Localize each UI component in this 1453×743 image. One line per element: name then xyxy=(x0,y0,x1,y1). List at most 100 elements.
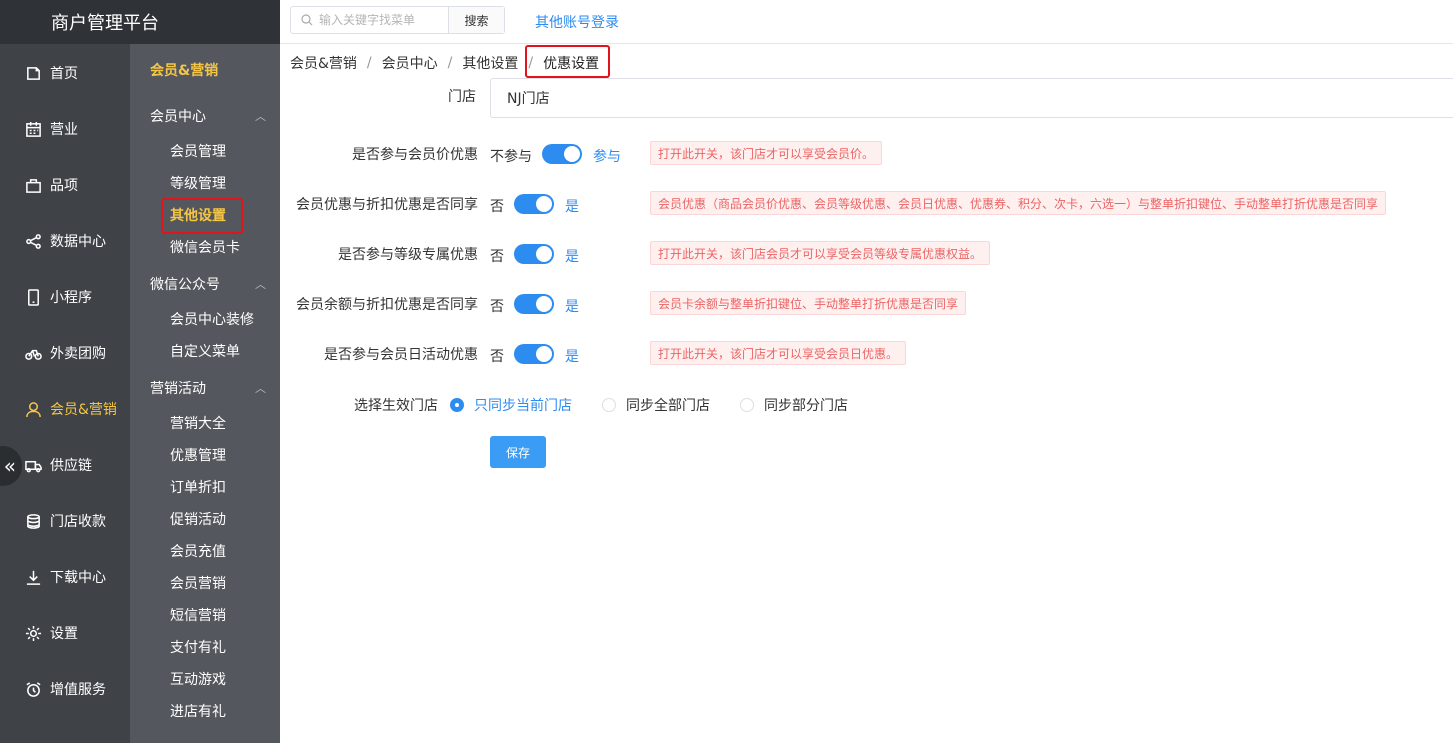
nav-group-wechat-official[interactable]: 微信公众号 ︿ xyxy=(150,274,270,294)
breadcrumb-item[interactable]: 其他设置 xyxy=(462,53,518,73)
nav-item-member-marketing[interactable]: 会员&营销 xyxy=(0,389,130,429)
calendar-icon xyxy=(24,120,42,138)
radio-dot xyxy=(450,398,464,412)
nav-item-takeaway[interactable]: 外卖团购 xyxy=(0,333,130,373)
search-input[interactable] xyxy=(319,8,439,32)
store-label: 门店 xyxy=(448,89,476,105)
switch-on-label: 是 xyxy=(565,349,579,365)
breadcrumb-separator: / xyxy=(366,55,372,71)
radio-dot xyxy=(740,398,754,412)
store-field[interactable]: NJ门店 xyxy=(490,78,1453,118)
nav-item-interactive-games[interactable]: 互动游戏 xyxy=(170,669,226,689)
nav-group-label: 微信公众号 xyxy=(150,277,220,293)
nav-item-store-payment[interactable]: 门店收款 xyxy=(0,501,130,541)
nav-item-business[interactable]: 营业 xyxy=(0,109,130,149)
search-icon xyxy=(301,14,313,26)
nav-item-miniprogram[interactable]: 小程序 xyxy=(0,277,130,317)
nav-item-level-management[interactable]: 等级管理 xyxy=(170,173,226,193)
member-price-switch[interactable] xyxy=(542,144,582,164)
switch-on-label: 是 xyxy=(565,199,579,215)
search-button[interactable]: 搜索 xyxy=(448,7,504,33)
breadcrumb-separator: / xyxy=(447,55,453,71)
switch-label-level-exclusive: 是否参与等级专属优惠 xyxy=(338,247,478,263)
nav-item-settings[interactable]: 设置 xyxy=(0,613,130,653)
member-day-switch[interactable] xyxy=(514,344,554,364)
nav-group-member-center[interactable]: 会员中心 ︿ xyxy=(150,106,270,126)
switch-on-label: 是 xyxy=(565,299,579,315)
nav-item-label: 营业 xyxy=(50,122,78,138)
alarm-icon xyxy=(24,680,42,698)
member-discount-share-switch[interactable] xyxy=(514,194,554,214)
bike-icon xyxy=(24,344,42,362)
app-title: 商户管理平台 xyxy=(51,13,159,34)
switch-label-balance-discount-share: 会员余额与折扣优惠是否同享 xyxy=(296,297,478,313)
nav-item-sms-marketing[interactable]: 短信营销 xyxy=(170,605,226,625)
user-icon xyxy=(24,400,42,418)
hint-member-price: 打开此开关，该门店才可以享受会员价。 xyxy=(650,141,883,165)
share-icon xyxy=(24,232,42,250)
nav-item-label: 数据中心 xyxy=(50,234,106,250)
truck-icon xyxy=(24,456,42,474)
nav-item-home[interactable]: 首页 xyxy=(0,53,130,93)
nav-item-marketing-all[interactable]: 营销大全 xyxy=(170,413,226,433)
hint-member-day: 打开此开关，该门店才可以享受会员日优惠。 xyxy=(650,341,907,365)
hint-member-discount-share: 会员优惠（商品会员价优惠、会员等级优惠、会员日优惠、优惠券、积分、次卡，六选一）… xyxy=(650,191,1387,215)
nav-item-label: 供应链 xyxy=(50,458,92,474)
highlight-other-settings xyxy=(161,198,243,234)
nav-item-promotion[interactable]: 促销活动 xyxy=(170,509,226,529)
nav-item-value-added[interactable]: 增值服务 xyxy=(0,669,130,709)
store-value: NJ门店 xyxy=(507,91,550,107)
nav-item-products[interactable]: 品项 xyxy=(0,165,130,205)
radio-label: 同步部分门店 xyxy=(764,398,848,414)
radio-dot xyxy=(602,398,616,412)
phone-icon xyxy=(24,288,42,306)
radio-sync-all[interactable]: 同步全部门店 xyxy=(602,395,710,415)
nav-item-order-discount[interactable]: 订单折扣 xyxy=(170,477,226,497)
nav-group-label: 会员中心 xyxy=(150,109,206,125)
menu-search: 搜索 xyxy=(290,6,505,34)
balance-discount-share-switch[interactable] xyxy=(514,294,554,314)
nav-item-payment-gift[interactable]: 支付有礼 xyxy=(170,637,226,657)
nav-item-label: 会员&营销 xyxy=(50,402,117,418)
secondary-sidebar: 会员&营销 会员中心 ︿ 会员管理 等级管理 其他设置 微信会员卡 微信公众号 … xyxy=(130,44,280,743)
radio-sync-partial[interactable]: 同步部分门店 xyxy=(740,395,848,415)
breadcrumb-item[interactable]: 会员中心 xyxy=(382,53,438,73)
nav-item-member-marketing-sub[interactable]: 会员营销 xyxy=(170,573,226,593)
download-icon xyxy=(24,568,42,586)
nav-item-label: 设置 xyxy=(50,626,78,642)
nav-item-wechat-member-card[interactable]: 微信会员卡 xyxy=(170,237,240,257)
nav-item-label: 增值服务 xyxy=(50,682,106,698)
switch-off-label: 否 xyxy=(490,349,504,365)
level-exclusive-switch[interactable] xyxy=(514,244,554,264)
nav-group-marketing[interactable]: 营销活动 ︿ xyxy=(150,378,270,398)
switch-off-label: 不参与 xyxy=(490,149,532,165)
radio-label: 只同步当前门店 xyxy=(474,398,572,414)
nav-item-label: 外卖团购 xyxy=(50,346,106,362)
nav-item-label: 门店收款 xyxy=(50,514,106,530)
radio-sync-current[interactable]: 只同步当前门店 xyxy=(450,395,572,415)
switch-off-label: 否 xyxy=(490,249,504,265)
home-icon xyxy=(24,64,42,82)
switch-label-member-day: 是否参与会员日活动优惠 xyxy=(324,347,478,363)
save-button[interactable]: 保存 xyxy=(490,436,546,468)
nav-item-data-center[interactable]: 数据中心 xyxy=(0,221,130,261)
nav-item-member-center-decoration[interactable]: 会员中心装修 xyxy=(170,309,254,329)
nav-item-download-center[interactable]: 下载中心 xyxy=(0,557,130,597)
nav-item-member-management[interactable]: 会员管理 xyxy=(170,141,226,161)
nav-item-discount-management[interactable]: 优惠管理 xyxy=(170,445,226,465)
sync-stores-label: 选择生效门店 xyxy=(354,398,438,414)
double-chevron-left-icon: « xyxy=(3,454,16,478)
secondary-sidebar-heading: 会员&营销 xyxy=(150,63,219,79)
nav-item-custom-menu[interactable]: 自定义菜单 xyxy=(170,341,240,361)
nav-item-label: 品项 xyxy=(50,178,78,194)
switch-label-member-price: 是否参与会员价优惠 xyxy=(352,147,478,163)
nav-item-member-recharge[interactable]: 会员充值 xyxy=(170,541,226,561)
radio-label: 同步全部门店 xyxy=(626,398,710,414)
switch-off-label: 否 xyxy=(490,199,504,215)
nav-item-label: 小程序 xyxy=(50,290,92,306)
nav-item-visit-gift[interactable]: 进店有礼 xyxy=(170,701,226,721)
chevron-up-icon: ︿ xyxy=(255,110,266,123)
breadcrumb-item[interactable]: 会员&营销 xyxy=(290,53,357,73)
switch-off-label: 否 xyxy=(490,299,504,315)
other-account-login-link[interactable]: 其他账号登录 xyxy=(535,12,619,32)
